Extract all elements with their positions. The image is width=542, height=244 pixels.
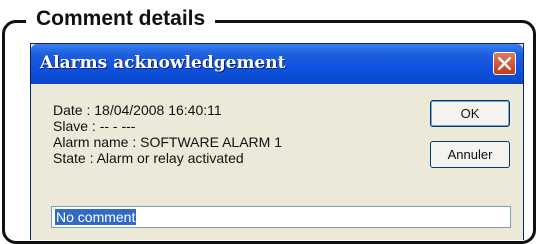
comment-value: No comment bbox=[55, 209, 137, 225]
alarm-state: State : Alarm or relay activated bbox=[53, 150, 244, 166]
alarm-info: Date : 18/04/2008 16:40:11 Slave : -- - … bbox=[53, 102, 282, 166]
comment-input[interactable]: No comment bbox=[51, 206, 511, 228]
frame-title: Comment details bbox=[26, 5, 216, 33]
alarms-acknowledgement-dialog: Alarms acknowledgement Date : 18/04/2008… bbox=[30, 43, 524, 240]
close-button[interactable] bbox=[493, 52, 516, 75]
alarm-slave: Slave : -- - --- bbox=[53, 118, 136, 134]
ok-button[interactable]: OK bbox=[430, 100, 510, 127]
alarm-date: Date : 18/04/2008 16:40:11 bbox=[53, 102, 222, 118]
cancel-button[interactable]: Annuler bbox=[430, 141, 510, 168]
dialog-title: Alarms acknowledgement bbox=[40, 53, 286, 73]
close-icon bbox=[498, 57, 511, 70]
dialog-titlebar[interactable]: Alarms acknowledgement bbox=[31, 44, 523, 84]
alarm-name: Alarm name : SOFTWARE ALARM 1 bbox=[53, 134, 282, 150]
